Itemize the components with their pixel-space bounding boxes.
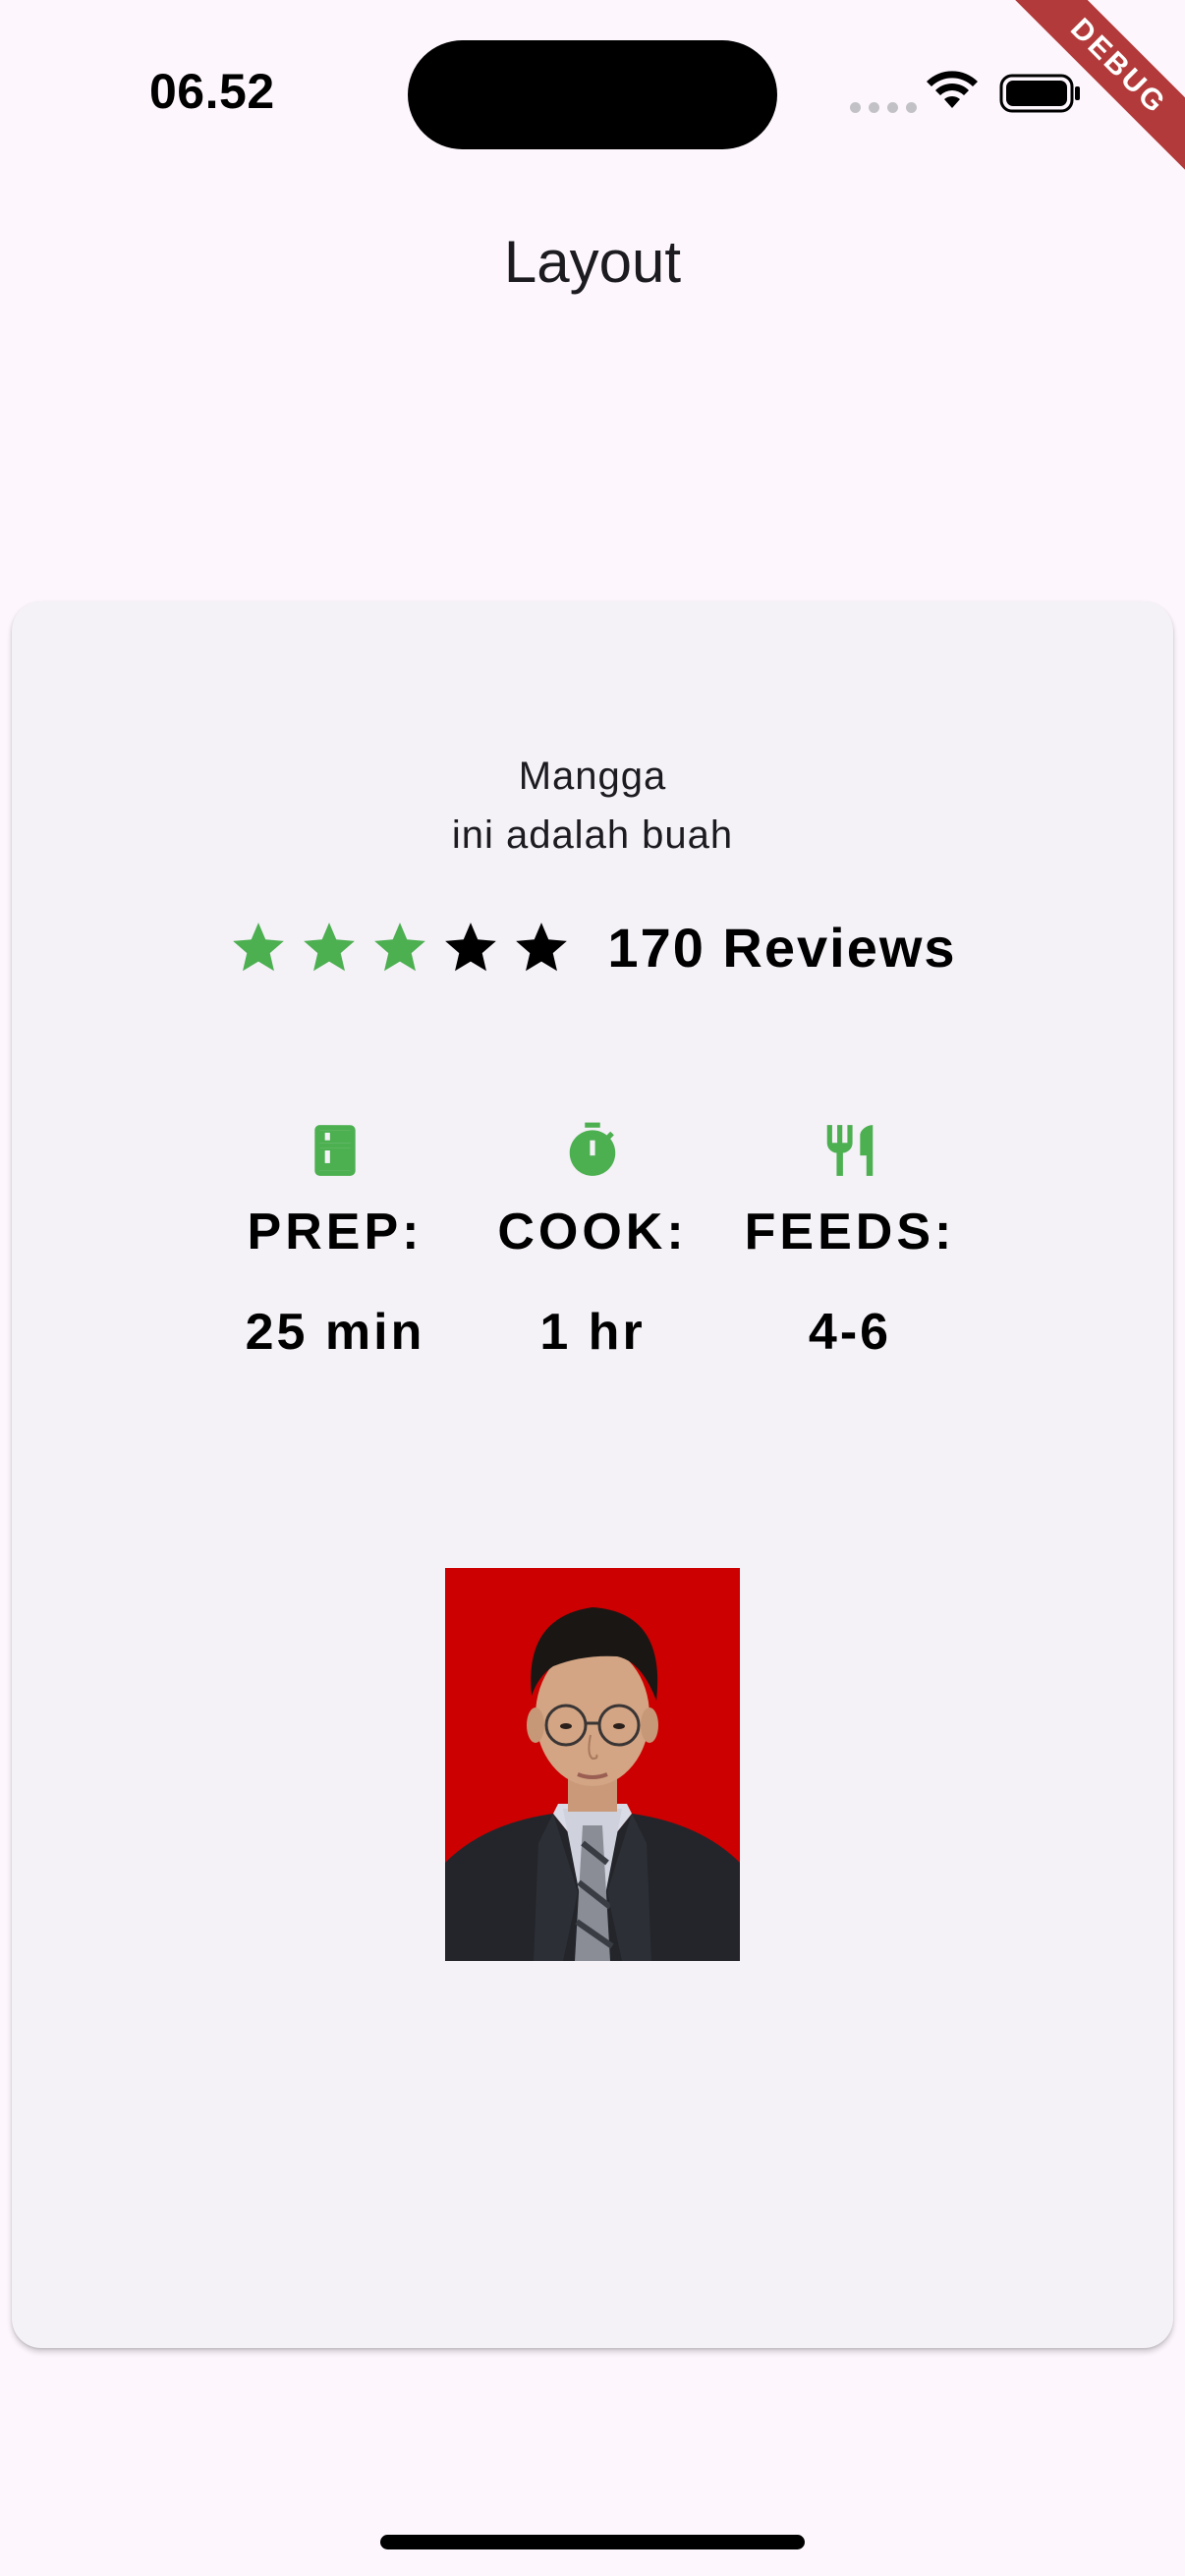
rating-row: 170 Reviews: [12, 916, 1173, 980]
recipe-card: Mangga ini adalah buah 170 Reviews PREP:…: [12, 601, 1173, 2348]
reviews-count: 170 Reviews: [607, 917, 957, 979]
card-title-subtitle: ini adalah buah: [451, 813, 734, 857]
card-title: Mangga ini adalah buah: [12, 747, 1173, 865]
wifi-icon: [927, 71, 978, 108]
star-icon: [516, 922, 568, 971]
prep-value: 25 min: [245, 1304, 425, 1361]
star-icon: [445, 922, 497, 971]
dynamic-island: [408, 40, 777, 149]
feeds-info: FEEDS: 4-6: [721, 1120, 979, 1362]
cook-value: 1 hr: [539, 1304, 646, 1361]
signal-dots-icon: [850, 102, 917, 113]
star-icon: [233, 922, 285, 971]
card-title-name: Mangga: [518, 755, 667, 798]
prep-info: PREP: 25 min: [206, 1120, 464, 1362]
star-icon: [374, 922, 426, 971]
status-time: 06.52: [149, 64, 275, 119]
debug-banner-label: DEBUG: [988, 0, 1185, 196]
feeds-label: FEEDS:: [744, 1204, 956, 1260]
home-indicator[interactable]: [380, 2535, 805, 2549]
cook-label: COOK:: [497, 1204, 688, 1260]
restaurant-icon: [826, 1125, 874, 1176]
timer-icon: [569, 1122, 616, 1176]
debug-banner: DEBUG: [988, 0, 1185, 196]
portrait-photo: [445, 1568, 740, 1961]
cook-info: COOK: 1 hr: [464, 1120, 721, 1362]
page-title: Layout: [503, 229, 682, 295]
prep-label: PREP:: [247, 1204, 423, 1260]
portrait-illustration: [445, 1568, 740, 1961]
kitchen-icon: [314, 1125, 356, 1176]
star-rating: [228, 918, 572, 979]
recipe-info-row: PREP: 25 min COOK: 1 hr FEEDS: 4-6: [12, 1120, 1173, 1362]
star-icon: [304, 922, 356, 971]
feeds-value: 4-6: [808, 1304, 892, 1361]
